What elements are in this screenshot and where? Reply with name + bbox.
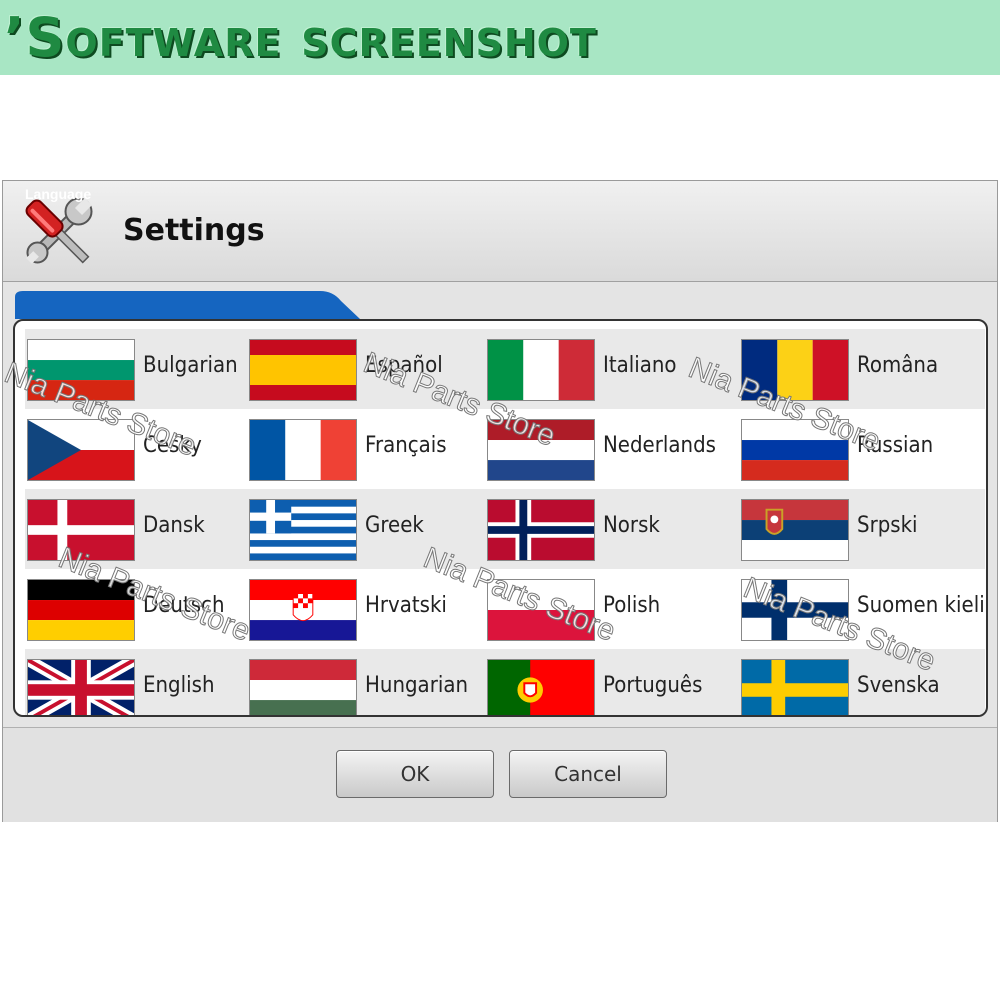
language-label: Polish <box>603 593 661 618</box>
denmark-flag-icon <box>27 499 135 561</box>
language-option[interactable]: English <box>25 649 247 715</box>
hungary-flag-icon <box>249 659 357 715</box>
tab-language-label: Language <box>25 186 92 202</box>
language-panel: Bulgarian Español Italiano Româna Cesky Franç… <box>13 319 988 717</box>
language-option[interactable]: Russian <box>739 409 985 489</box>
language-label: Româna <box>857 353 939 378</box>
language-option[interactable]: Hrvatski <box>247 569 485 649</box>
portugal-flag-icon <box>487 659 595 715</box>
cancel-button[interactable]: Cancel <box>509 750 667 798</box>
language-option[interactable]: Italiano <box>485 329 739 409</box>
language-option[interactable]: Español <box>247 329 485 409</box>
croatia-flag-icon <box>249 579 357 641</box>
uk-flag-icon <box>27 659 135 715</box>
language-label: Bulgarian <box>143 353 238 378</box>
language-option[interactable]: Hungarian <box>247 649 485 715</box>
language-label: Greek <box>365 513 424 538</box>
language-label: Cesky <box>143 433 202 458</box>
language-label: Português <box>603 673 703 698</box>
language-label: Deutsch <box>143 593 225 618</box>
language-option[interactable]: Deutsch <box>25 569 247 649</box>
language-label: Norsk <box>603 513 660 538</box>
language-label: Dansk <box>143 513 205 538</box>
language-option[interactable]: Dansk <box>25 489 247 569</box>
language-label: Hrvatski <box>365 593 447 618</box>
sweden-flag-icon <box>741 659 849 715</box>
language-label: English <box>143 673 215 698</box>
language-label: Svenska <box>857 673 940 698</box>
norway-flag-icon <box>487 499 595 561</box>
czech-flag-icon <box>27 419 135 481</box>
language-option[interactable]: Polish <box>485 569 739 649</box>
language-label: Russian <box>857 433 934 458</box>
language-grid: Bulgarian Español Italiano Româna Cesky Franç… <box>25 329 985 715</box>
romania-flag-icon <box>741 339 849 401</box>
language-option[interactable]: Français <box>247 409 485 489</box>
language-option[interactable]: Srpski <box>739 489 985 569</box>
banner-title: ’Software screenshot <box>4 6 597 69</box>
settings-window: Settings Language Bulgarian Español Italia… <box>2 180 998 822</box>
france-flag-icon <box>249 419 357 481</box>
language-option[interactable]: Greek <box>247 489 485 569</box>
bulgaria-flag-icon <box>27 339 135 401</box>
ok-button[interactable]: OK <box>336 750 494 798</box>
language-option[interactable]: Bulgarian <box>25 329 247 409</box>
language-label: Nederlands <box>603 433 716 458</box>
language-label: Français <box>365 433 447 458</box>
banner: ’Software screenshot <box>0 0 1000 75</box>
finland-flag-icon <box>741 579 849 641</box>
language-option[interactable]: Suomen kieli <box>739 569 985 649</box>
language-label: Hungarian <box>365 673 469 698</box>
italy-flag-icon <box>487 339 595 401</box>
netherlands-flag-icon <box>487 419 595 481</box>
serbia-flag-icon <box>741 499 849 561</box>
language-option[interactable]: Româna <box>739 329 985 409</box>
language-option[interactable]: Cesky <box>25 409 247 489</box>
language-option[interactable]: Svenska <box>739 649 985 715</box>
tab-language[interactable] <box>15 291 360 319</box>
spain-flag-icon <box>249 339 357 401</box>
language-label: Srpski <box>857 513 918 538</box>
window-title: Settings <box>123 213 265 248</box>
language-option[interactable]: Nederlands <box>485 409 739 489</box>
greece-flag-icon <box>249 499 357 561</box>
language-option[interactable]: Norsk <box>485 489 739 569</box>
window-header: Settings <box>3 181 997 282</box>
poland-flag-icon <box>487 579 595 641</box>
language-option[interactable]: Português <box>485 649 739 715</box>
dialog-footer: OK Cancel <box>3 727 997 822</box>
language-label: Español <box>365 353 443 378</box>
language-label: Italiano <box>603 353 677 378</box>
germany-flag-icon <box>27 579 135 641</box>
russia-flag-icon <box>741 419 849 481</box>
language-label: Suomen kieli <box>857 593 985 618</box>
